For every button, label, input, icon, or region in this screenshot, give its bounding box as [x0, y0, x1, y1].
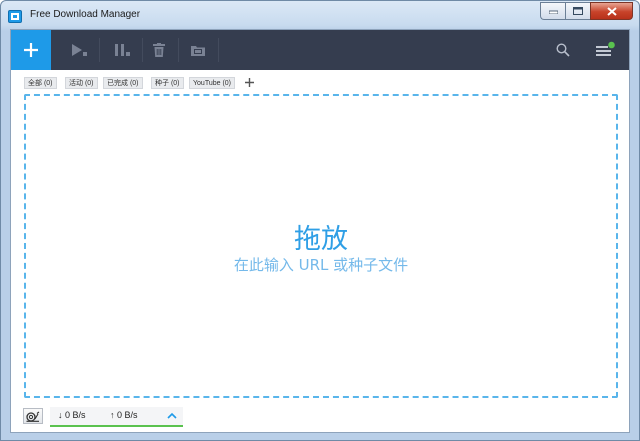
resume-button[interactable]: [59, 30, 99, 70]
add-tab-button[interactable]: [242, 75, 256, 89]
tab-torrents[interactable]: 种子 (0): [151, 77, 184, 89]
menu-icon: [596, 41, 615, 56]
upload-speed: ↑ 0 B/s: [110, 410, 138, 420]
drop-zone-hint: 在此输入 URL 或种子文件: [233, 256, 409, 274]
tab-active[interactable]: 活动 (0): [65, 77, 98, 89]
toolbar: [11, 30, 629, 70]
filter-tabs: 全部 (0) 活动 (0) 已完成 (0) 种子 (0) YouTube (0): [11, 70, 629, 94]
maximize-button[interactable]: [565, 2, 590, 20]
tab-completed[interactable]: 已完成 (0): [103, 77, 143, 89]
pause-button[interactable]: [102, 30, 142, 70]
search-button[interactable]: [543, 30, 583, 70]
move-button[interactable]: [178, 30, 218, 70]
status-bar: ↓ 0 B/s ↑ 0 B/s: [11, 404, 629, 432]
download-arrow-icon: ↓: [58, 410, 63, 420]
app-window: Free Download Manager 全部 (0) 活动 (0) 已完成 …: [0, 0, 640, 441]
drop-zone[interactable]: 拖放 在此输入 URL 或种子文件: [24, 94, 618, 398]
download-speed: ↓ 0 B/s: [58, 410, 86, 420]
tab-youtube[interactable]: YouTube (0): [189, 77, 236, 89]
maximize-icon: [573, 7, 583, 15]
main-menu-button[interactable]: [585, 30, 625, 70]
move-icon: [191, 46, 205, 56]
pause-icon: [115, 44, 130, 56]
drop-zone-title: 拖放: [294, 224, 348, 255]
delete-icon: [153, 43, 165, 57]
close-button[interactable]: [590, 2, 633, 20]
minimize-button[interactable]: [540, 2, 565, 20]
toolbar-separator: [99, 38, 100, 62]
add-download-button[interactable]: [11, 30, 51, 70]
plus-icon: [24, 43, 38, 57]
main-area: 全部 (0) 活动 (0) 已完成 (0) 种子 (0) YouTube (0)…: [10, 29, 630, 433]
tab-all[interactable]: 全部 (0): [24, 77, 57, 89]
window-controls: [540, 2, 633, 21]
upload-arrow-icon: ↑: [110, 410, 115, 420]
search-icon: [556, 43, 570, 57]
app-logo-icon: [8, 10, 22, 23]
speed-limit-button[interactable]: [23, 408, 43, 424]
title-bar[interactable]: Free Download Manager: [1, 1, 639, 29]
resume-icon: [72, 44, 87, 56]
window-title: Free Download Manager: [30, 9, 141, 20]
delete-button[interactable]: [139, 30, 179, 70]
minimize-icon: [548, 10, 558, 14]
snail-icon: [26, 411, 40, 422]
plus-icon: [244, 77, 254, 87]
speed-panel[interactable]: ↓ 0 B/s ↑ 0 B/s: [50, 407, 183, 427]
chevron-up-icon[interactable]: [166, 411, 178, 421]
close-icon: [606, 6, 617, 16]
toolbar-separator: [218, 38, 219, 62]
